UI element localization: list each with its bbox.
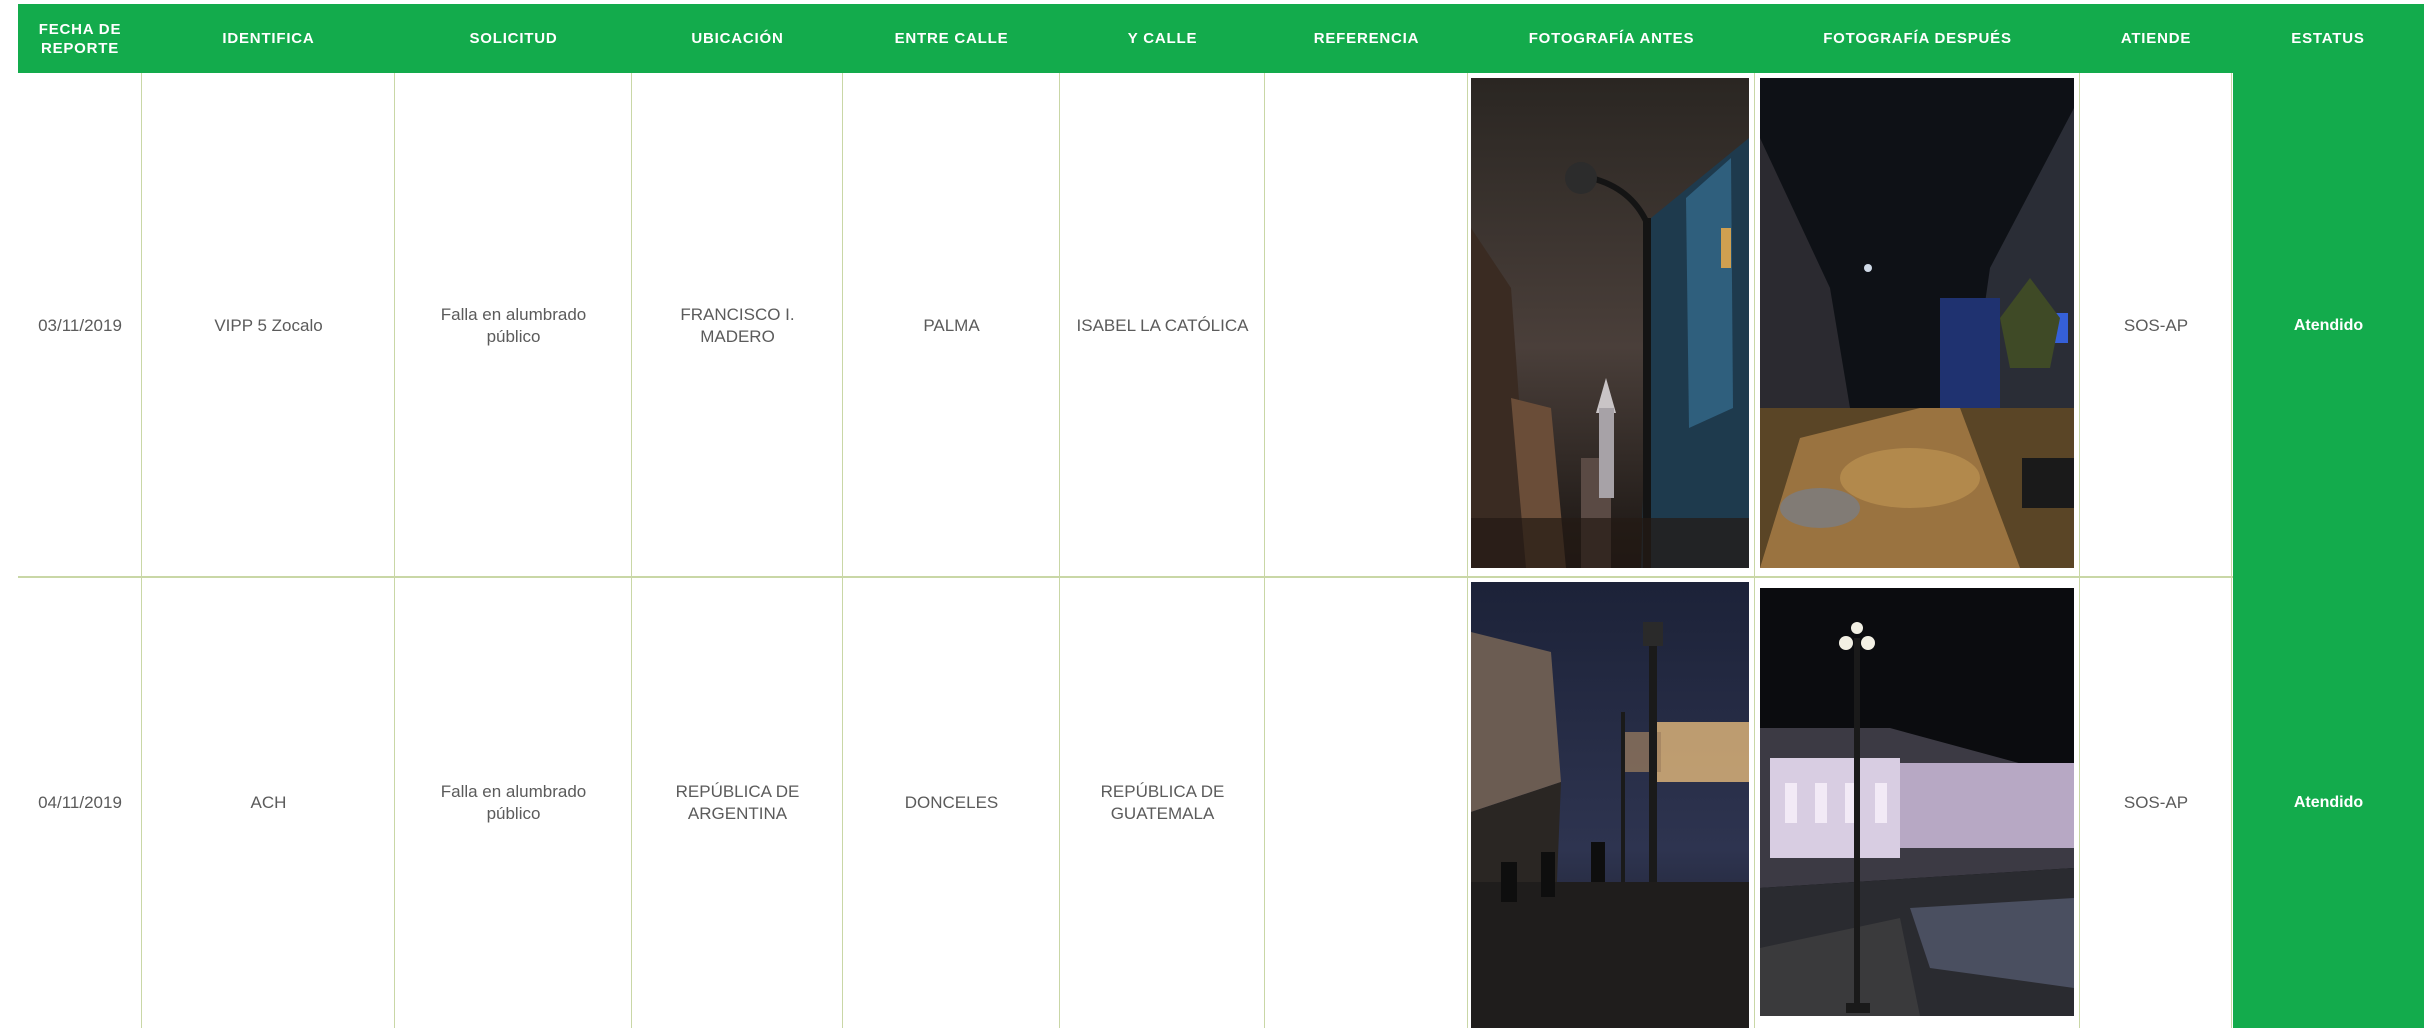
- cell-referencia: [1265, 73, 1468, 578]
- cell-fecha: 04/11/2019: [38, 793, 122, 812]
- header-referencia: REFERENCIA: [1313, 30, 1420, 47]
- cell-fecha: 03/11/2019: [38, 315, 122, 335]
- cell-ubicacion: REPÚBLICA DE ARGENTINA: [675, 782, 800, 823]
- photo-after: [1760, 588, 2074, 1016]
- cell-atiende: SOS-AP: [2123, 793, 2189, 812]
- header-fecha: FECHA DE REPORTE: [38, 20, 122, 57]
- cell-y-calle: REPÚBLICA DE GUATEMALA: [1100, 782, 1225, 823]
- cell-y-calle: ISABEL LA CATÓLICA: [1076, 315, 1249, 335]
- header-foto-antes: FOTOGRAFÍA ANTES: [1528, 30, 1695, 47]
- cell-atiende: SOS-AP: [2123, 315, 2189, 335]
- table-header: FECHA DE REPORTE IDENTIFICA SOLICITUD UB…: [18, 4, 2424, 73]
- header-entre-calle: ENTRE CALLE: [894, 30, 1009, 47]
- header-atiende: ATIENDE: [2120, 30, 2192, 47]
- header-ubicacion: UBICACIÓN: [691, 30, 784, 47]
- header-foto-despues: FOTOGRAFÍA DESPUÉS: [1823, 30, 2012, 47]
- cell-entre-calle: DONCELES: [904, 793, 999, 812]
- status-badge: Atendido: [2233, 578, 2424, 1028]
- header-identifica: IDENTIFICA: [222, 30, 315, 47]
- photo-before: [1471, 78, 1749, 568]
- photo-after: [1760, 78, 2074, 568]
- header-solicitud: SOLICITUD: [469, 30, 558, 47]
- cell-identifica: VIPP 5 Zocalo: [214, 315, 323, 335]
- header-y-calle: Y CALLE: [1127, 30, 1198, 47]
- cell-identifica: ACH: [250, 793, 287, 812]
- photo-before: [1471, 582, 1749, 1028]
- cell-referencia: [1265, 578, 1468, 1028]
- cell-ubicacion: FRANCISCO I. MADERO: [680, 304, 795, 346]
- cell-entre-calle: PALMA: [923, 315, 980, 335]
- cell-solicitud: Falla en alumbrado público: [440, 304, 587, 346]
- report-sheet: FECHA DE REPORTE IDENTIFICA SOLICITUD UB…: [0, 0, 2430, 1028]
- status-badge: Atendido: [2233, 73, 2424, 578]
- cell-solicitud: Falla en alumbrado público: [440, 782, 587, 823]
- header-estatus: ESTATUS: [2291, 30, 2365, 47]
